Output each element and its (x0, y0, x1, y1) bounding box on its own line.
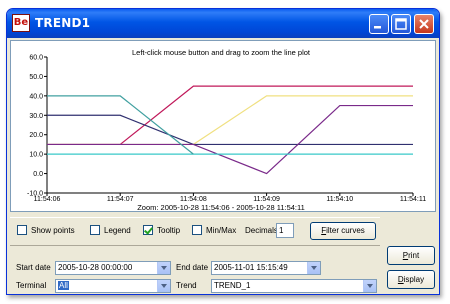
trend-label: Trend (176, 281, 197, 290)
trend-window: Be TREND1 Left-click mouse button and dr… (6, 8, 440, 295)
y-tick-label: 50.0 (29, 74, 43, 81)
window-title: TREND1 (35, 16, 91, 30)
display-button[interactable]: Display (387, 270, 435, 289)
plot-canvas[interactable]: Left-click mouse button and drag to zoom… (11, 41, 435, 211)
y-tick-label: 40.0 (29, 93, 43, 100)
x-tick-label: 11:54:06 (34, 196, 61, 203)
selection-group: Start date 2005-10-28 00:00:00 End date … (10, 245, 380, 295)
decimals-input[interactable]: 1 (276, 223, 294, 238)
chevron-down-icon[interactable] (363, 280, 376, 292)
series-line-6 (47, 95, 194, 155)
legend-checkbox[interactable] (90, 225, 100, 235)
terminal-label: Terminal (16, 281, 47, 290)
trend-value: TREND_1 (214, 281, 251, 290)
end-date-field[interactable]: 2005-11-01 15:15:49 (211, 261, 321, 275)
end-date-label: End date (176, 263, 209, 272)
y-tick-label: 10.0 (29, 152, 43, 159)
display-label: isplay (403, 275, 425, 284)
minmax-label: Min/Max (206, 226, 237, 235)
minmax-checkbox[interactable] (192, 225, 202, 235)
print-button[interactable]: Print (387, 246, 435, 265)
terminal-value: All (58, 281, 69, 290)
chevron-down-icon[interactable] (307, 262, 320, 274)
minimize-icon (374, 26, 381, 29)
maximize-icon (395, 18, 407, 30)
line-plot[interactable]: Left-click mouse button and drag to zoom… (10, 40, 436, 212)
filter-curves-button[interactable]: Filter curves (310, 222, 376, 240)
x-tick-label: 11:54:08 (180, 196, 207, 203)
close-button[interactable] (414, 14, 434, 34)
y-tick-label: 60.0 (29, 55, 43, 62)
x-tick-label: 11:54:10 (326, 196, 353, 203)
tooltip-checkbox[interactable] (143, 225, 153, 235)
filter-curves-label: ilter curves (326, 226, 365, 235)
zoom-range-label: Zoom: 2005-10-28 11:54:06 - 2005-10-28 1… (137, 203, 305, 211)
start-date-label: Start date (16, 263, 51, 272)
terminal-select[interactable]: All (55, 279, 171, 293)
title-bar[interactable]: Be TREND1 (7, 9, 439, 38)
x-tick-label: 11:54:07 (107, 196, 134, 203)
series-line-2 (47, 95, 413, 146)
maximize-button[interactable] (391, 14, 411, 34)
display-options: Show points Legend Tooltip Min/Max Decim… (10, 217, 380, 243)
y-tick-label: 20.0 (29, 132, 43, 139)
y-tick-label: 0.0 (33, 171, 43, 178)
minimize-button[interactable] (369, 14, 389, 34)
print-label: rint (408, 251, 420, 260)
chevron-down-icon[interactable] (157, 280, 170, 292)
trend-select[interactable]: TREND_1 (211, 279, 377, 293)
start-date-field[interactable]: 2005-10-28 00:00:00 (55, 261, 171, 275)
show-points-label: Show points (31, 226, 75, 235)
start-date-value: 2005-10-28 00:00:00 (58, 263, 133, 272)
x-tick-label: 11:54:09 (253, 196, 280, 203)
x-tick-label: 11:54:11 (400, 196, 426, 203)
decimals-label: Decimals: (245, 226, 281, 235)
chevron-down-icon[interactable] (157, 262, 170, 274)
show-points-checkbox[interactable] (17, 225, 27, 235)
end-date-value: 2005-11-01 15:15:49 (214, 263, 288, 272)
close-icon (419, 19, 429, 29)
legend-label: Legend (104, 226, 131, 235)
tooltip-label: Tooltip (157, 226, 181, 235)
app-logo: Be (12, 14, 30, 32)
plot-hint: Left-click mouse button and drag to zoom… (132, 48, 311, 57)
y-tick-label: 30.0 (29, 113, 43, 120)
